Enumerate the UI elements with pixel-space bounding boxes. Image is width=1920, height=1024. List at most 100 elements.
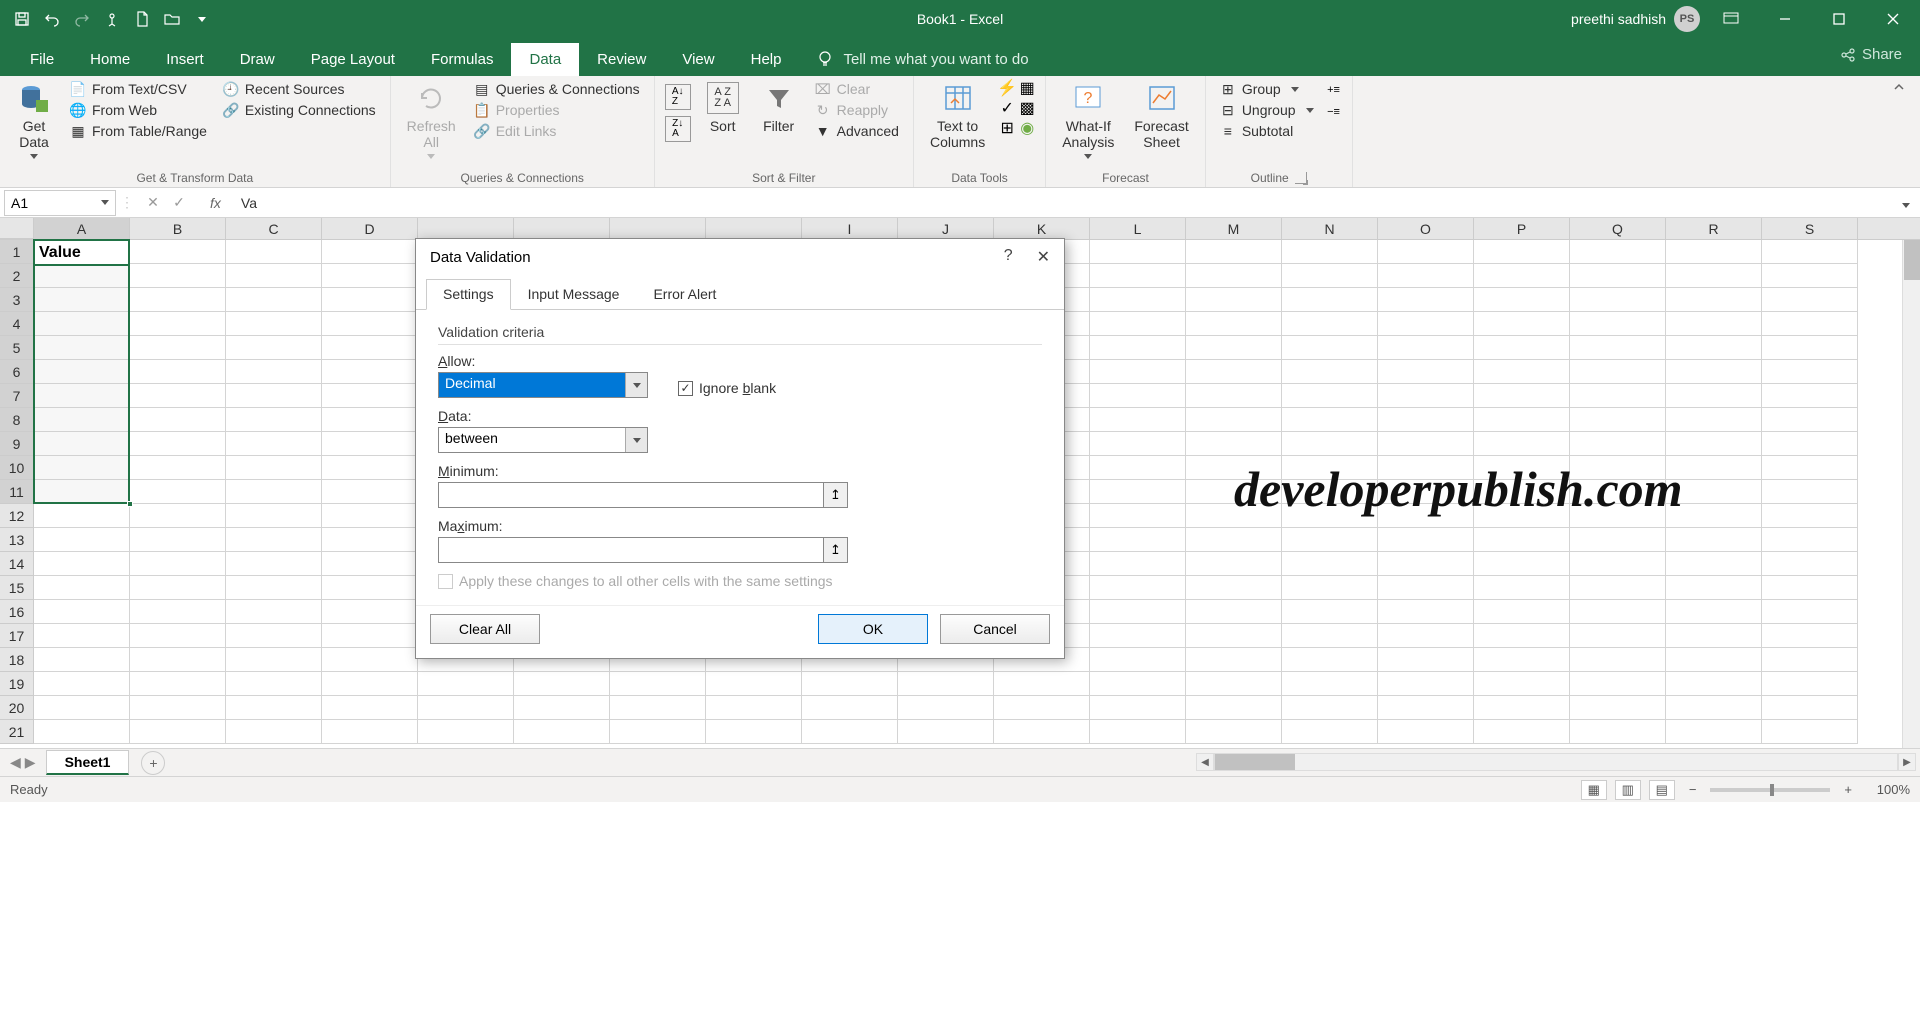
cell[interactable] xyxy=(1378,624,1474,648)
cell[interactable] xyxy=(898,672,994,696)
cancel-button[interactable]: Cancel xyxy=(940,614,1050,644)
row-header[interactable]: 12 xyxy=(0,504,34,528)
cell[interactable] xyxy=(130,600,226,624)
cell[interactable] xyxy=(34,648,130,672)
enter-formula-icon[interactable]: ✓ xyxy=(168,194,190,211)
cell[interactable] xyxy=(1186,600,1282,624)
cell[interactable] xyxy=(322,480,418,504)
cell[interactable] xyxy=(226,432,322,456)
tab-review[interactable]: Review xyxy=(579,43,664,76)
dialog-launcher-icon[interactable] xyxy=(1295,172,1307,184)
select-all-corner[interactable] xyxy=(0,218,34,239)
cell[interactable] xyxy=(1282,528,1378,552)
cell[interactable] xyxy=(226,336,322,360)
row-header[interactable]: 9 xyxy=(0,432,34,456)
cell[interactable] xyxy=(418,696,514,720)
relationships-icon[interactable]: ⊞ xyxy=(999,120,1015,136)
row-header[interactable]: 14 xyxy=(0,552,34,576)
cell[interactable] xyxy=(1570,408,1666,432)
cell[interactable] xyxy=(1090,528,1186,552)
existing-connections-button[interactable]: 🔗Existing Connections xyxy=(219,101,380,119)
cell[interactable] xyxy=(1570,240,1666,264)
cell[interactable] xyxy=(1474,360,1570,384)
cell[interactable] xyxy=(130,360,226,384)
cell[interactable] xyxy=(802,720,898,744)
cell[interactable] xyxy=(514,720,610,744)
remove-duplicates-icon[interactable]: ▦ xyxy=(1019,80,1035,96)
cell[interactable] xyxy=(610,672,706,696)
cell[interactable] xyxy=(1186,336,1282,360)
cell[interactable] xyxy=(1474,552,1570,576)
zoom-level[interactable]: 100% xyxy=(1866,782,1910,797)
cell[interactable] xyxy=(322,648,418,672)
redo-icon[interactable] xyxy=(68,5,96,33)
col-header[interactable]: L xyxy=(1090,218,1186,239)
cell[interactable] xyxy=(1762,384,1858,408)
cell[interactable] xyxy=(226,672,322,696)
cell[interactable] xyxy=(1570,432,1666,456)
cell[interactable] xyxy=(1570,288,1666,312)
cell[interactable] xyxy=(226,576,322,600)
cell[interactable] xyxy=(1570,528,1666,552)
cell[interactable] xyxy=(1378,240,1474,264)
cell[interactable] xyxy=(1090,600,1186,624)
col-header[interactable]: Q xyxy=(1570,218,1666,239)
cell[interactable] xyxy=(1762,288,1858,312)
col-header[interactable]: C xyxy=(226,218,322,239)
cell[interactable] xyxy=(226,384,322,408)
cell[interactable] xyxy=(1762,264,1858,288)
cell[interactable] xyxy=(1570,312,1666,336)
cell[interactable] xyxy=(1090,408,1186,432)
advanced-filter-button[interactable]: ▼Advanced xyxy=(811,122,903,140)
allow-combobox[interactable]: Decimal xyxy=(438,372,648,398)
cell[interactable] xyxy=(1474,336,1570,360)
range-selector-icon[interactable]: ↥ xyxy=(824,537,848,563)
cell[interactable] xyxy=(1378,432,1474,456)
get-data-button[interactable]: Get Data xyxy=(10,80,58,161)
cell[interactable] xyxy=(1570,600,1666,624)
row-header[interactable]: 16 xyxy=(0,600,34,624)
cell[interactable] xyxy=(322,600,418,624)
cell[interactable] xyxy=(1282,408,1378,432)
cell[interactable] xyxy=(130,648,226,672)
cell[interactable] xyxy=(130,312,226,336)
cell[interactable] xyxy=(1282,240,1378,264)
tab-home[interactable]: Home xyxy=(72,43,148,76)
cell[interactable] xyxy=(34,600,130,624)
cell[interactable] xyxy=(1378,360,1474,384)
data-combobox[interactable]: between xyxy=(438,427,648,453)
cell[interactable] xyxy=(130,456,226,480)
cell[interactable] xyxy=(34,312,130,336)
tab-view[interactable]: View xyxy=(664,43,732,76)
row-header[interactable]: 13 xyxy=(0,528,34,552)
maximum-field[interactable] xyxy=(438,537,824,563)
cell[interactable] xyxy=(34,696,130,720)
cell[interactable] xyxy=(1666,408,1762,432)
cell[interactable] xyxy=(1570,384,1666,408)
col-header[interactable]: D xyxy=(322,218,418,239)
cell[interactable] xyxy=(1570,552,1666,576)
tab-draw[interactable]: Draw xyxy=(222,43,293,76)
row-header[interactable]: 1 xyxy=(0,240,34,264)
row-header[interactable]: 20 xyxy=(0,696,34,720)
cell[interactable] xyxy=(1090,720,1186,744)
group-button[interactable]: ⊞Group xyxy=(1216,80,1318,98)
filter-button[interactable]: Filter xyxy=(755,80,803,136)
cell[interactable] xyxy=(1762,480,1858,504)
cell[interactable] xyxy=(1474,696,1570,720)
cell[interactable] xyxy=(1570,648,1666,672)
row-header[interactable]: 10 xyxy=(0,456,34,480)
cell[interactable] xyxy=(1186,240,1282,264)
zoom-in-button[interactable]: + xyxy=(1838,782,1858,797)
cell[interactable] xyxy=(322,408,418,432)
cell[interactable] xyxy=(1666,552,1762,576)
cell[interactable] xyxy=(34,504,130,528)
cell[interactable] xyxy=(418,672,514,696)
cell[interactable] xyxy=(1282,432,1378,456)
chevron-down-icon[interactable] xyxy=(101,200,109,205)
cell[interactable] xyxy=(1378,552,1474,576)
cell[interactable] xyxy=(1666,528,1762,552)
ok-button[interactable]: OK xyxy=(818,614,928,644)
cell[interactable] xyxy=(1186,720,1282,744)
cell[interactable] xyxy=(1762,576,1858,600)
